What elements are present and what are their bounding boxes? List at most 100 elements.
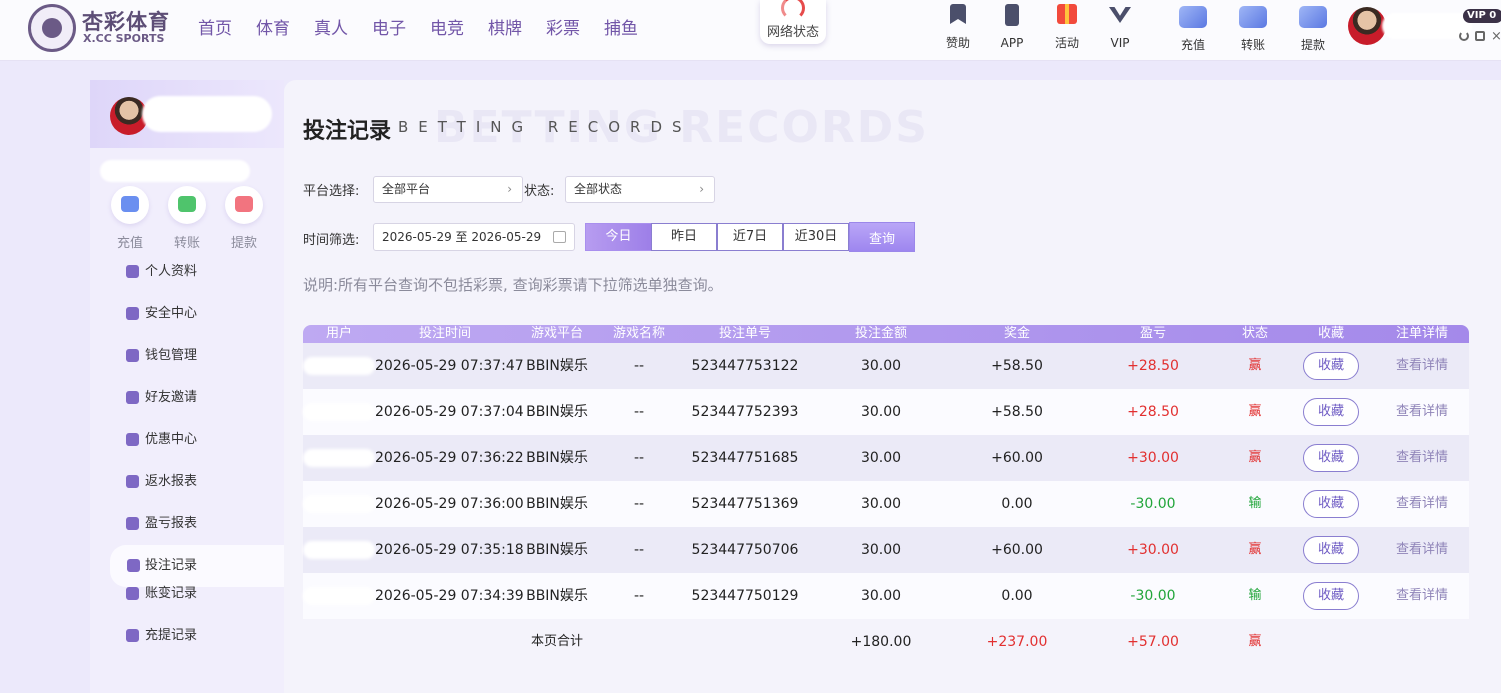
view-detail-link[interactable]: 查看详情 [1375,481,1469,527]
view-detail-link[interactable]: 查看详情 [1375,435,1469,481]
col-bonus: 奖金 [1003,326,1030,341]
sidebar-item-wallet[interactable]: 钱包管理 [90,342,284,384]
cell-bet-amount: 30.00 [860,358,902,374]
sidebar-item-security[interactable]: 安全中心 [90,300,284,342]
profile-header [90,80,284,148]
view-detail-link[interactable]: 查看详情 [1375,573,1469,619]
refresh-icon[interactable] [1459,31,1469,41]
cell-platform: BBIN娱乐 [526,404,588,420]
sidebar-deposit-button[interactable]: 充值 [108,186,152,251]
range-7days-button[interactable]: 近7日 [717,223,783,251]
table-row: 2026-05-29 07:36:22 BBIN娱乐 -- 523447751685 3… [303,435,1469,481]
transfer-icon [1239,6,1267,28]
nav-lottery[interactable]: 彩票 [546,14,580,39]
deposit-icon [1179,6,1207,28]
col-user: 用户 [325,326,352,341]
total-bonus: +237.00 [986,634,1048,650]
nav-home[interactable]: 首页 [198,14,232,39]
cell-status: 输 [1248,496,1262,511]
range-yesterday-button[interactable]: 昨日 [651,223,717,251]
redacted-user [303,403,375,421]
cell-pnl: -30.00 [1130,496,1176,512]
cell-bet-amount: 30.00 [860,496,902,512]
sidebar-item-label: 好友邀请 [145,390,198,405]
quick-link-label: APP [1000,36,1024,50]
cell-bet-time: 2026-05-29 07:37:47 [375,358,524,374]
sidebar-item-rebate-report[interactable]: 返水报表 [90,468,284,510]
favorite-button[interactable]: 收藏 [1303,582,1359,610]
cell-platform: BBIN娱乐 [526,358,588,374]
query-button[interactable]: 查询 [849,222,915,252]
quick-link-sponsor[interactable]: 赞助 [936,4,980,54]
sidebar-item-label: 盈亏报表 [145,516,198,531]
sidebar-item-deposit-withdraw-history[interactable]: 充提记录 [90,622,284,664]
col-order-no: 投注单号 [718,326,771,341]
cell-order-no: 523447752393 [691,404,799,420]
status-select[interactable]: 全部状态 › [565,176,715,203]
lock-icon[interactable] [1475,31,1485,41]
cell-order-no: 523447750129 [691,588,799,604]
range-30days-button[interactable]: 近30日 [783,223,849,251]
favorite-button[interactable]: 收藏 [1303,490,1359,518]
cell-bet-time: 2026-05-29 07:37:04 [375,404,524,420]
total-pnl: +57.00 [1127,634,1179,650]
sidebar-item-invite[interactable]: 好友邀请 [90,384,284,426]
platform-select-value: 全部平台 [382,182,431,196]
sidebar-action-label: 充值 [116,236,143,251]
network-status-button[interactable]: 网络状态 [760,0,826,44]
cell-order-no: 523447753122 [691,358,799,374]
top-withdraw-button[interactable]: 提款 [1291,6,1335,58]
view-detail-link[interactable]: 查看详情 [1375,389,1469,435]
user-menu[interactable]: VIP 0 × [1348,7,1501,47]
top-transfer-button[interactable]: 转账 [1231,6,1275,58]
cell-bet-amount: 30.00 [860,450,902,466]
nav-fishing[interactable]: 捕鱼 [604,14,638,39]
sidebar-item-account-changes[interactable]: 账变记录 [90,580,284,622]
transfer-icon-circle [168,186,206,224]
col-game-name: 游戏名称 [612,326,665,341]
page-title: 投注记录 [303,119,392,144]
withdraw-icon-circle [225,186,263,224]
favorite-button[interactable]: 收藏 [1303,352,1359,380]
col-detail: 注单详情 [1395,326,1448,341]
quick-link-vip[interactable]: VIP [1098,4,1142,54]
nav-sports[interactable]: 体育 [256,14,290,39]
total-label: 本页合计 [530,634,583,649]
platform-filter-label: 平台选择: [303,184,360,199]
transfer-icon [178,196,196,212]
site-logo[interactable]: 杏彩体育 X.CC SPORTS [28,4,178,52]
favorite-button[interactable]: 收藏 [1303,536,1359,564]
close-icon[interactable]: × [1491,29,1501,44]
sidebar-item-label: 投注记录 [145,558,198,573]
nav-esports[interactable]: 电竞 [430,14,464,39]
sidebar-transfer-button[interactable]: 转账 [165,186,209,251]
view-detail-link[interactable]: 查看详情 [1375,343,1469,389]
favorite-button[interactable]: 收藏 [1303,444,1359,472]
sidebar-item-promotions[interactable]: 优惠中心 [90,426,284,468]
date-range-value: 2026-05-29 至 2026-05-29 [382,230,542,244]
sidebar-item-profile[interactable]: 个人资料 [90,258,284,300]
cell-bet-time: 2026-05-29 07:36:22 [375,450,524,466]
quick-link-promotions[interactable]: 活动 [1045,4,1089,54]
date-range-picker[interactable]: 2026-05-29 至 2026-05-29 [373,223,575,251]
cell-bonus: +60.00 [991,450,1043,466]
quick-link-app[interactable]: APP [990,4,1034,54]
range-today-button[interactable]: 今日 [585,223,652,251]
favorite-button[interactable]: 收藏 [1303,398,1359,426]
top-navbar: 杏彩体育 X.CC SPORTS 首页 体育 真人 电子 电竞 棋牌 彩票 捕鱼… [0,0,1501,61]
shield-icon [126,307,139,320]
nav-live-casino[interactable]: 真人 [314,14,348,39]
top-deposit-button[interactable]: 充值 [1171,6,1215,58]
nav-slots[interactable]: 电子 [372,14,406,39]
platform-select[interactable]: 全部平台 › [373,176,523,203]
view-detail-link[interactable]: 查看详情 [1375,527,1469,573]
col-status: 状态 [1241,326,1268,341]
cell-game-name: -- [633,358,645,374]
sidebar-withdraw-button[interactable]: 提款 [222,186,266,251]
wallet-link-label: 提款 [1300,38,1325,52]
avatar[interactable] [1348,7,1386,45]
cell-status: 赢 [1248,542,1262,557]
sidebar-item-label: 安全中心 [145,306,198,321]
cell-pnl: +30.00 [1127,542,1179,558]
nav-cards[interactable]: 棋牌 [488,14,522,39]
